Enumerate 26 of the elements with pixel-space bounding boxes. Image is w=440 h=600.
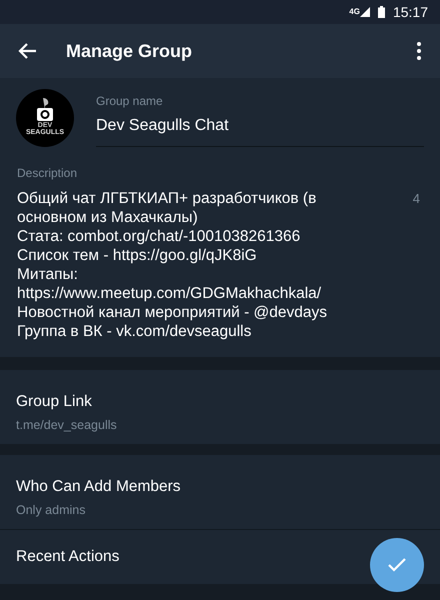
settings-row[interactable]: Group Link t.me/dev_seagulls (0, 370, 440, 444)
row-title: Group Link (16, 392, 92, 412)
row-subtitle: t.me/dev_seagulls (16, 417, 117, 434)
description-line: Стата: combot.org/chat/-1001038261366 (17, 227, 300, 246)
screen-title: Manage Group (66, 40, 194, 63)
description-line: Список тем - https://goo.gl/qJK8iG (17, 246, 257, 265)
row-title: Recent Actions (16, 547, 120, 568)
row-title: Who Can Add Members (16, 477, 181, 497)
row-subtitle: Only admins (16, 502, 86, 520)
seagull-logo-icon (35, 98, 55, 122)
clock: 15:17 (392, 2, 428, 22)
network-type: 4G (349, 8, 360, 16)
description-line: Группа в ВК - vk.com/devseagulls (17, 322, 252, 341)
description-line: Общий чат ЛГБТКИАП+ разработчиков (в (17, 189, 316, 208)
description-line: Митапы: (17, 265, 78, 284)
field-label: Description (17, 165, 78, 182)
description-line: основном из Махачкалы) (17, 208, 198, 227)
battery-icon (378, 6, 385, 18)
description-line: https://www.meetup.com/GDGMakhachkala/ (17, 284, 322, 303)
field-label: Group name (96, 93, 164, 110)
group-name-field[interactable]: Dev Seagulls Chat (96, 110, 424, 147)
settings-row[interactable]: Who Can Add Members Only admins (0, 455, 440, 529)
character-counter: 4 (412, 190, 421, 208)
check-icon (388, 558, 406, 572)
description-line: Новостной канал мероприятий - @devdays (17, 303, 327, 322)
signal-icon (360, 7, 370, 17)
